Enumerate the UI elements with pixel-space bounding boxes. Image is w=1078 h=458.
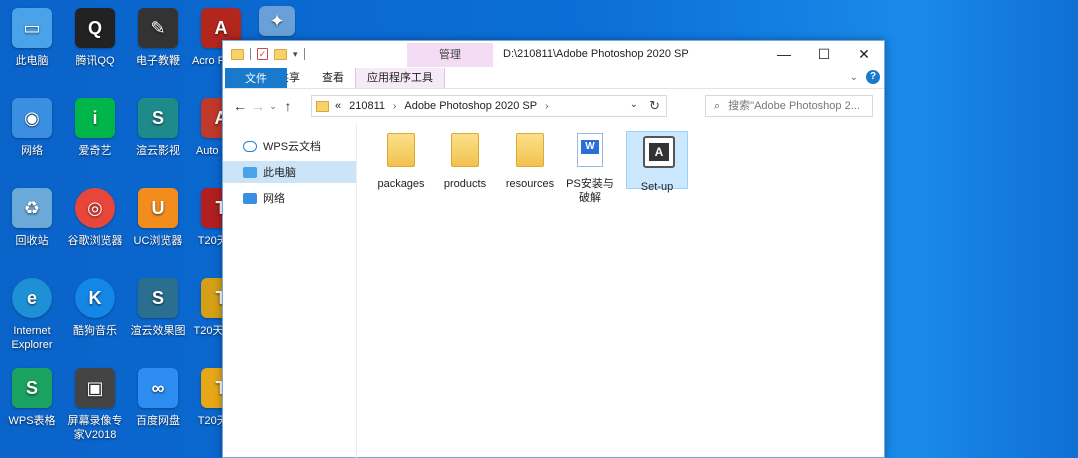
computer-icon [243, 166, 257, 178]
quick-access-toolbar: ✓ ▾ [223, 48, 305, 60]
file-item[interactable]: packages [370, 129, 432, 191]
title-bar: ✓ ▾ 管理 D:\210811\Adobe Photoshop 2020 SP… [223, 41, 884, 67]
nav-item-network[interactable]: 网络 [223, 187, 356, 209]
desktop-icon[interactable]: Q 腾讯QQ [63, 8, 127, 68]
desktop-icon[interactable]: ▭ 此电脑 [0, 8, 64, 68]
breadcrumb-item[interactable]: Adobe Photoshop 2020 SP [404, 100, 537, 112]
back-arrow-icon[interactable]: ← [231, 98, 249, 114]
kugou-icon: K [75, 278, 115, 318]
cloud-icon [243, 140, 257, 152]
recycle-bin-icon: ♻ [12, 188, 52, 228]
search-placeholder: 搜索"Adobe Photoshop 2... [728, 100, 860, 112]
maximize-button[interactable]: ☐ [804, 41, 844, 67]
desktop-icon[interactable]: i 爱奇艺 [63, 98, 127, 158]
search-icon: ⌕ [714, 100, 721, 112]
folder-icon [231, 48, 244, 60]
file-item[interactable]: W PS安装与破解 [562, 129, 618, 205]
close-button[interactable]: ✕ [844, 41, 884, 67]
chrome-icon: ◎ [75, 188, 115, 228]
baidu-netdisk-icon: ∞ [138, 368, 178, 408]
render-cloud-icon: S [138, 278, 178, 318]
desktop-icon[interactable]: U UC浏览器 [126, 188, 190, 248]
nav-item-label: 此电脑 [263, 167, 296, 179]
tab-file[interactable]: 文件 [225, 68, 287, 88]
file-item[interactable]: resources [499, 129, 561, 191]
window-title: D:\210811\Adobe Photoshop 2020 SP [503, 48, 689, 60]
qq-icon: Q [75, 8, 115, 48]
chevron-down-icon[interactable]: ⌄ [630, 99, 638, 110]
properties-icon[interactable]: ✓ [257, 48, 268, 60]
chevron-down-icon[interactable]: ⌄ [850, 72, 858, 83]
uc-browser-icon: U [138, 188, 178, 228]
iqiyi-icon: i [75, 98, 115, 138]
folder-icon [516, 133, 544, 169]
file-item-selected[interactable]: A Set-up [626, 131, 688, 193]
screen-recorder-icon: ▣ [75, 368, 115, 408]
desktop-icon[interactable]: ∞ 百度网盘 [126, 368, 190, 428]
address-toolbar: ← → ⌄ ↑ « 210811 › Adobe Photoshop 2020 … [223, 89, 884, 123]
ie-icon: e [12, 278, 52, 318]
folder-icon [316, 100, 329, 112]
desktop-icon[interactable]: ♻ 回收站 [0, 188, 64, 248]
chevron-right-icon[interactable]: › [545, 101, 548, 112]
address-bar[interactable]: « 210811 › Adobe Photoshop 2020 SP › ⌄ ↻ [311, 95, 667, 117]
word-document-icon: W [576, 133, 604, 169]
pointer-icon: ✎ [138, 8, 178, 48]
context-tab-manage[interactable]: 管理 [407, 43, 493, 67]
chevron-down-icon[interactable]: ⌄ [267, 101, 279, 112]
nav-item-label: 网络 [263, 193, 285, 205]
help-icon[interactable]: ? [866, 70, 880, 84]
refresh-icon[interactable]: ↻ [649, 98, 660, 114]
nav-item-this-pc[interactable]: 此电脑 [223, 161, 356, 183]
file-name: resources [505, 178, 555, 190]
nav-item-label: WPS云文档 [263, 141, 322, 153]
network-icon [243, 192, 257, 204]
desktop-icon[interactable]: S WPS表格 [0, 368, 64, 428]
customize-qat-icon[interactable]: ▾ [293, 49, 298, 60]
ribbon-tabs: 文件 主页 共享 查看 应用程序工具 ⌄ ? [223, 67, 884, 89]
explorer-window: ✓ ▾ 管理 D:\210811\Adobe Photoshop 2020 SP… [222, 40, 885, 458]
desktop-icon[interactable]: ▣ 屏幕录像专 家V2018 [63, 368, 127, 442]
folder-icon [387, 133, 415, 169]
file-item[interactable]: products [434, 129, 496, 191]
desktop-icon[interactable]: ◉ 网络 [0, 98, 64, 158]
file-name: products [443, 178, 487, 190]
setup-icon: ✦ [259, 6, 295, 36]
ribbon-controls: ⌄ ? [850, 70, 880, 84]
chevron-right-icon[interactable]: › [393, 101, 396, 112]
breadcrumb-overflow[interactable]: « [335, 100, 341, 112]
wps-sheet-icon: S [12, 368, 52, 408]
divider [250, 48, 251, 60]
desktop-icon[interactable]: S 渲云效果图 [126, 278, 190, 338]
desktop-icon[interactable]: S 渲云影视 [126, 98, 190, 158]
desktop-icon[interactable]: ✦ [252, 6, 302, 42]
network-icon: ◉ [12, 98, 52, 138]
file-name: packages [377, 178, 425, 190]
desktop-icon[interactable]: e Internet Explorer [0, 278, 64, 352]
render-cloud-icon: S [138, 98, 178, 138]
search-input[interactable]: ⌕ 搜索"Adobe Photoshop 2... [705, 95, 873, 117]
window-controls: — ☐ ✕ [764, 41, 884, 67]
folder-icon [451, 133, 479, 169]
desktop-icon[interactable]: ◎ 谷歌浏览器 [63, 188, 127, 248]
divider [303, 48, 305, 60]
tab-view[interactable]: 查看 [311, 68, 355, 88]
tab-application-tools[interactable]: 应用程序工具 [355, 68, 445, 88]
forward-arrow-icon[interactable]: → [249, 98, 267, 114]
breadcrumb-item[interactable]: 210811 [349, 100, 385, 112]
new-folder-icon[interactable] [274, 48, 287, 60]
desktop-icon[interactable]: K 酷狗音乐 [63, 278, 127, 338]
up-arrow-icon[interactable]: ↑ [279, 98, 297, 114]
desktop-icon[interactable]: ✎ 电子教鞭 [126, 8, 190, 68]
navigation-pane: WPS云文档 此电脑 网络 [223, 123, 357, 458]
file-name: PS安装与破解 [566, 178, 614, 204]
adobe-installer-icon: A [643, 136, 675, 172]
nav-item-wps-cloud[interactable]: WPS云文档 [223, 135, 356, 157]
minimize-button[interactable]: — [764, 41, 804, 67]
computer-icon: ▭ [12, 8, 52, 48]
file-name: Set-up [640, 181, 674, 193]
